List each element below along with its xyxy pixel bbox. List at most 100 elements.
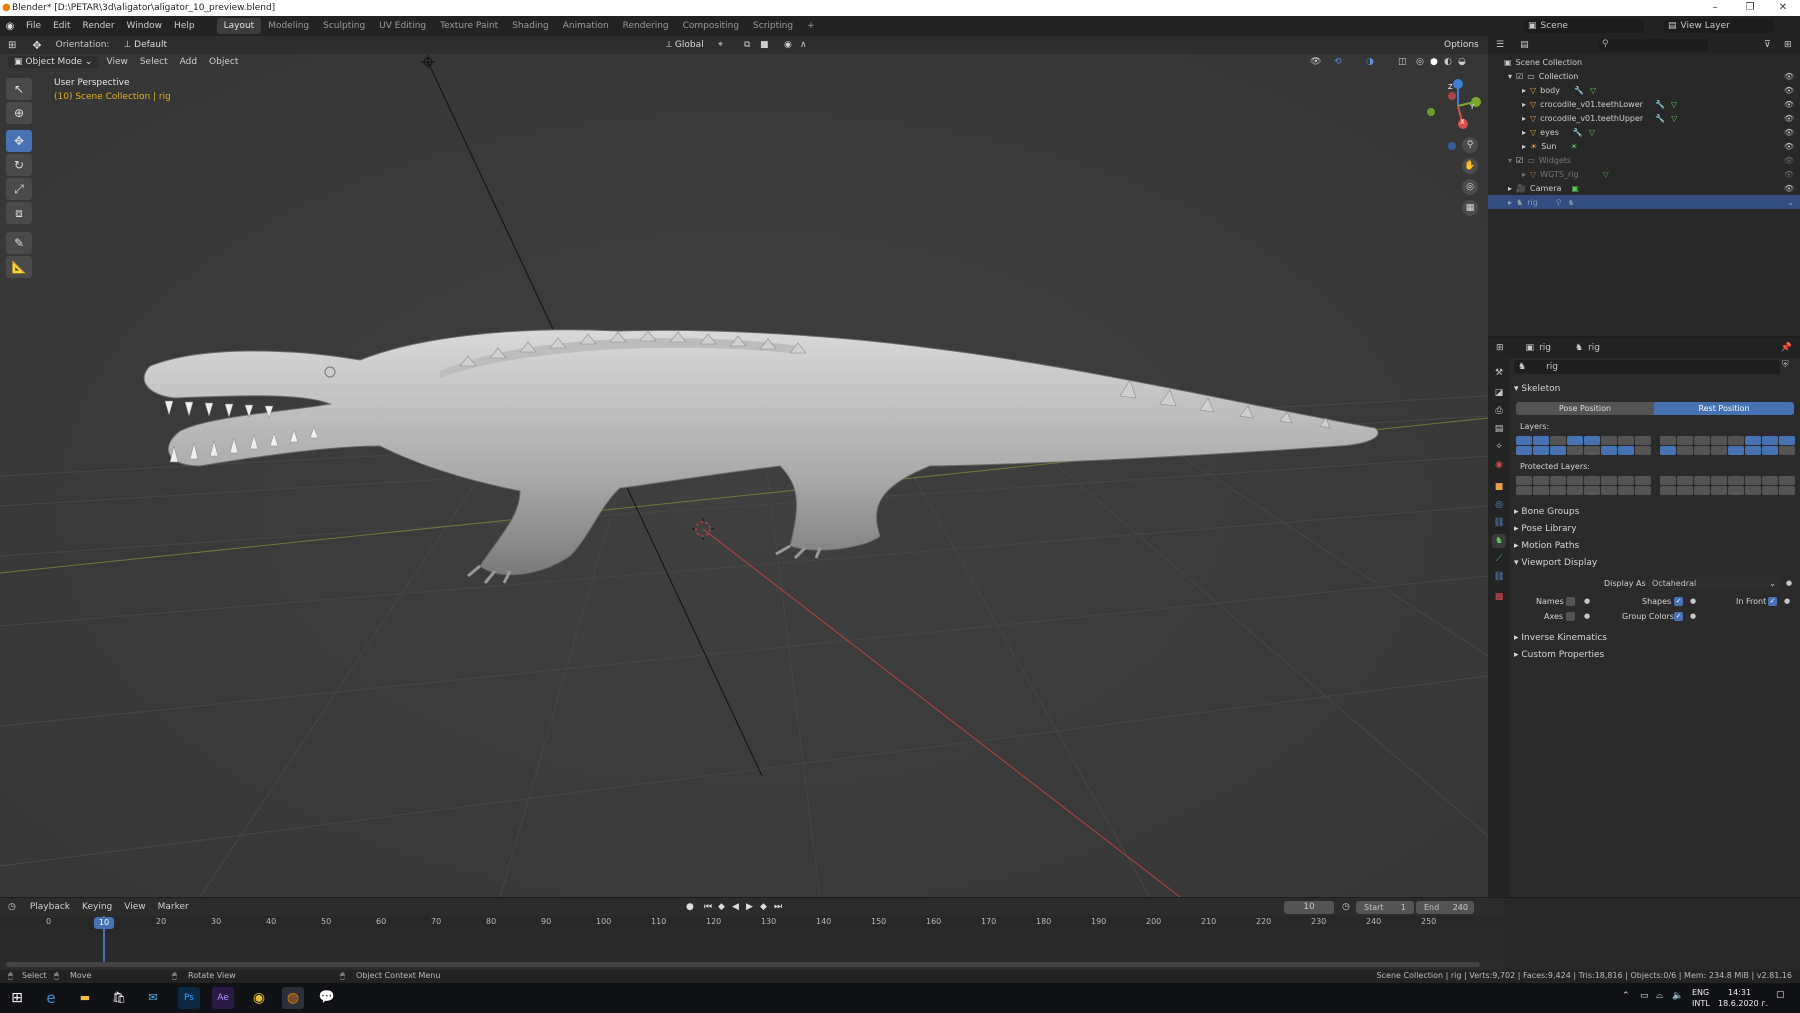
editor-type-icon[interactable]: ⊞ [8,40,16,51]
mail-icon[interactable]: ✉ [142,987,164,1009]
layer-toggle[interactable] [1779,486,1795,495]
cursor-tool[interactable]: ⊕ [6,102,32,124]
world-tab-icon[interactable]: ◉ [1492,458,1506,472]
layer-toggle[interactable] [1550,476,1566,485]
current-frame-field[interactable]: 10 [1284,901,1334,914]
tray-network-icon[interactable]: ▭ [1640,991,1649,1001]
layer-toggle[interactable] [1601,486,1617,495]
armature-name-field[interactable]: ♞ rig [1514,360,1780,374]
layer-toggle[interactable] [1728,486,1744,495]
layer-toggle[interactable] [1584,486,1600,495]
inverse-kinematics-panel-header[interactable]: ▸ Inverse Kinematics [1514,633,1607,643]
tab-scripting[interactable]: Scripting [746,18,800,34]
animate-group-colors-icon[interactable]: ● [1690,612,1696,620]
clock-icon[interactable]: ◷ [1342,902,1350,912]
record-icon[interactable]: ● [686,902,694,912]
new-collection-icon[interactable]: ⊞ [1784,40,1792,50]
viewport-menu-view[interactable]: View [100,57,133,67]
layer-toggle[interactable] [1660,436,1676,445]
layer-toggle[interactable] [1694,486,1710,495]
bone-constraint-tab-icon[interactable]: ⛓ [1492,570,1506,584]
layer-toggle[interactable] [1677,436,1693,445]
jump-end-icon[interactable]: ⏭ [774,902,782,912]
outliner-row-collection[interactable]: ▾ ☑ ▭ Collection 👁 [1488,69,1800,83]
pan-hand-icon[interactable]: ✋ [1462,158,1478,174]
layer-toggle[interactable] [1618,446,1634,455]
timeline-menu-keying[interactable]: Keying [76,902,118,912]
eye-icon[interactable]: 👁 [1784,100,1794,109]
expand-icon[interactable]: ▸ [1522,128,1526,137]
chrome-icon[interactable]: ◉ [248,987,270,1009]
orientation-dropdown[interactable]: ⊥ Default [117,39,182,51]
expand-icon[interactable]: ▸ [1508,184,1512,193]
annotate-tool[interactable]: ✎ [6,232,32,254]
solid-shading-icon[interactable]: ● [1430,57,1438,67]
move-tool[interactable]: ✥ [6,130,32,152]
tab-modeling[interactable]: Modeling [261,18,316,34]
tray-expand-icon[interactable]: ⌃ [1622,991,1630,1001]
pin-icon[interactable]: 📌 [1781,343,1792,353]
animate-axes-icon[interactable]: ● [1584,612,1590,620]
layer-toggle[interactable] [1677,476,1693,485]
tool-tab-icon[interactable]: ⚒ [1492,366,1506,380]
select-box-tool[interactable]: ↖ [6,78,32,100]
menu-file[interactable]: File [20,21,47,31]
layer-toggle[interactable] [1635,476,1651,485]
expand-icon[interactable]: ▸ [1522,170,1526,179]
options-dropdown[interactable]: Options [1438,39,1485,51]
tab-compositing[interactable]: Compositing [676,18,746,34]
expand-icon[interactable]: ▸ [1522,86,1526,95]
layer-toggle[interactable] [1516,486,1532,495]
outliner-row-eyes[interactable]: ▸ ▽ eyes 🔧 ▽ 👁 [1488,125,1800,139]
tab-sculpting[interactable]: Sculpting [316,18,372,34]
layer-toggle[interactable] [1635,446,1651,455]
layer-toggle[interactable] [1567,446,1583,455]
outliner-row-teeth-upper[interactable]: ▸ ▽ crocodile_v01.teethUpper 🔧 ▽ 👁 [1488,111,1800,125]
outliner-editor-icon[interactable]: ☰ [1496,40,1504,50]
layer-toggle[interactable] [1618,486,1634,495]
pose-library-panel-header[interactable]: ▸ Pose Library [1514,524,1577,534]
layer-toggle[interactable] [1728,476,1744,485]
rotate-tool[interactable]: ↻ [6,154,32,176]
names-checkbox[interactable] [1566,597,1575,606]
layer-toggle[interactable] [1550,486,1566,495]
timeline-menu-marker[interactable]: Marker [152,902,195,912]
eye-icon[interactable]: 👁 [1784,86,1794,95]
layer-toggle[interactable] [1601,436,1617,445]
shapes-checkbox[interactable]: ✓ [1674,597,1683,606]
tray-lang-primary[interactable]: ENG [1692,988,1709,997]
layer-toggle[interactable] [1584,436,1600,445]
physics-tab-icon[interactable]: ◎ [1492,498,1506,512]
zoom-icon[interactable]: ⚲ [1462,137,1478,153]
add-workspace-icon[interactable]: + [800,18,822,34]
menu-edit[interactable]: Edit [47,21,76,31]
layers-grid[interactable] [1516,436,1795,458]
overlay-toggle-icon[interactable]: ◑ [1366,57,1374,67]
tray-time[interactable]: 14:31 [1728,988,1751,997]
end-frame-field[interactable]: End 240 [1416,901,1474,914]
move-tool-icon[interactable]: ✥ [32,39,41,52]
layer-toggle[interactable] [1711,476,1727,485]
eye-icon[interactable]: 👁 [1784,170,1794,179]
layer-toggle[interactable] [1584,476,1600,485]
material-shading-icon[interactable]: ◐ [1444,57,1452,67]
blender-taskbar-icon[interactable]: ◍ [282,987,304,1009]
snap-target-icon[interactable]: ■ [760,40,769,50]
layer-toggle[interactable] [1745,436,1761,445]
view-layer-selector[interactable]: ▤ View Layer [1664,19,1774,33]
filter-icon[interactable]: ⊽ [1764,40,1771,50]
animate-in-front-icon[interactable]: ● [1784,597,1790,605]
layer-toggle[interactable] [1762,476,1778,485]
expand-icon[interactable]: ▾ [1508,156,1512,165]
layer-toggle[interactable] [1745,476,1761,485]
after-effects-icon[interactable]: Ae [212,987,234,1009]
tray-volume-icon[interactable]: 🔈 [1672,991,1683,1001]
group-colors-checkbox[interactable]: ✓ [1674,612,1683,621]
layer-toggle[interactable] [1779,476,1795,485]
eye-icon[interactable]: 👁 [1784,72,1794,81]
tab-layout[interactable]: Layout [216,18,262,34]
scene-selector[interactable]: ▣ Scene [1524,19,1644,33]
menu-render[interactable]: Render [77,21,121,31]
file-explorer-icon[interactable]: ▬ [74,987,96,1009]
layer-toggle[interactable] [1567,486,1583,495]
